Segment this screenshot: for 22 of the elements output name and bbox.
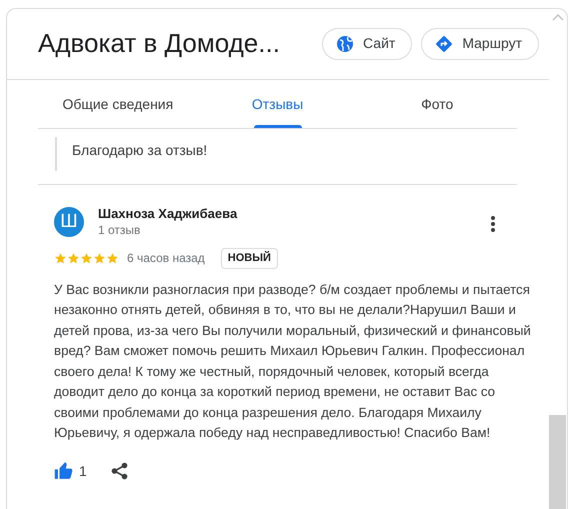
scrollbar-thumb[interactable]	[549, 415, 566, 509]
place-title: Адвокат в Домоде...	[38, 27, 281, 60]
more-options-icon[interactable]	[491, 216, 495, 232]
tab[interactable]: Общие сведения	[38, 80, 198, 128]
directions-button[interactable]: Маршрут	[421, 28, 539, 60]
website-button[interactable]: Сайт	[322, 28, 412, 60]
review-text: У Вас возникли разногласия при разводе? б/м создает проблемы и пытается незаконно отнять детей, обвиняя в то, что вы не делали?Нарушил Ваши и детей прова, из-за чего Вы получили моральный, физический и финансовый вред? Вам сможет помочь решить Михаил Юрьевич Галкин. Профессионал своего дела! К тому же честный, порядочный человек, который всегда доводит дело до конца за короткий период времени, не оставит Вас со своими проблемами до конца разрешения дело. Благодаря Михаилу Юрьевичу, я одержала победу над несправедливостью! Спасибо Вам!	[54, 280, 532, 442]
share-icon[interactable]	[110, 462, 128, 480]
star-icon	[93, 252, 106, 265]
owner-reply-text: Благодарю за отзыв!	[72, 141, 208, 160]
star-icon	[54, 252, 67, 265]
like-button[interactable]: 1	[54, 460, 87, 482]
tab[interactable]: Отзывы	[198, 80, 358, 128]
author-review-count: 1 отзыв	[98, 222, 142, 239]
star-icon	[80, 252, 93, 265]
new-badge: НОВЫЙ	[220, 248, 278, 268]
globe-icon	[336, 34, 354, 52]
review-time: 6 часов назад	[127, 250, 205, 268]
star-icon	[67, 252, 80, 265]
star-icon	[106, 252, 119, 265]
author-name[interactable]: Шахноза Хаджибаева	[98, 205, 238, 222]
tab[interactable]: Фото	[357, 80, 518, 128]
